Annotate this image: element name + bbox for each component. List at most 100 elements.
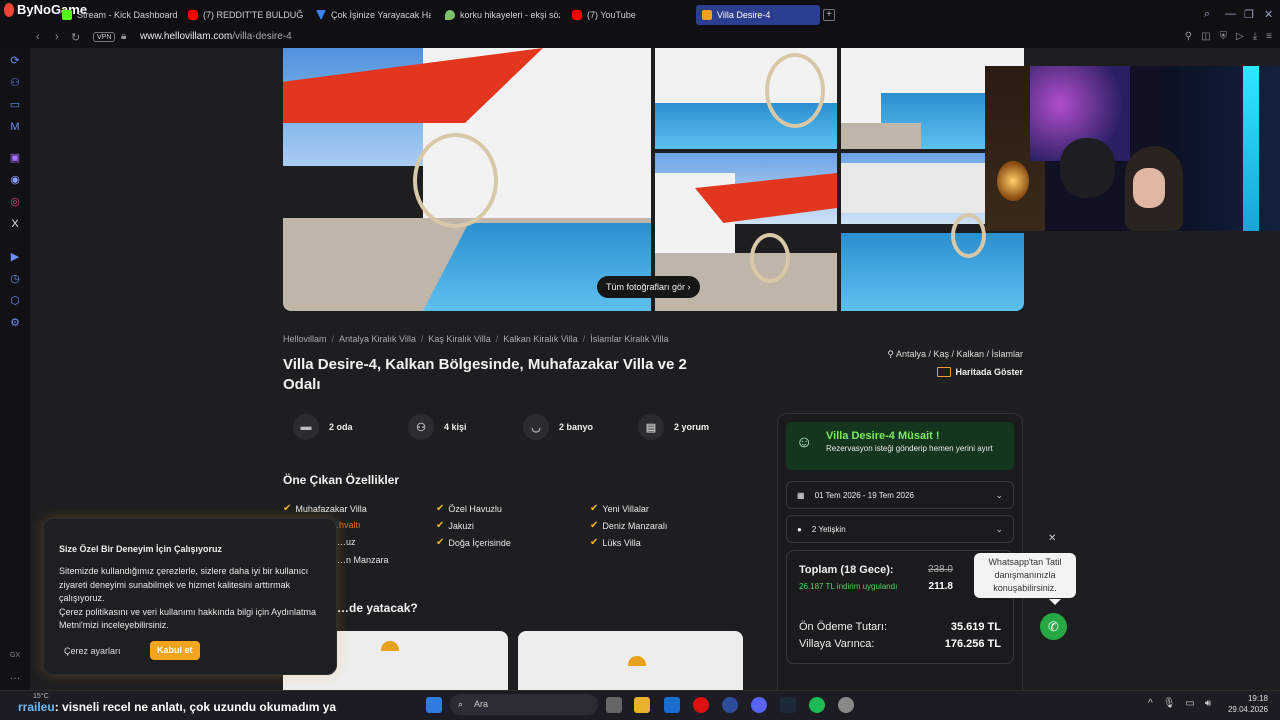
menu-icon[interactable]: ≡ — [1266, 31, 1272, 42]
windows-start-icon[interactable] — [426, 697, 442, 713]
discord-icon[interactable]: ◉ — [9, 174, 21, 186]
lock-icon[interactable]: 🔒︎ — [121, 31, 126, 42]
minimize-icon[interactable]: — — [1225, 8, 1236, 20]
amenity-item: ✔ Muhafazakar Villa — [283, 503, 367, 514]
chevron-down-icon: ⌄ — [995, 523, 1003, 534]
system-tray: ^ 🎙︎ ▭ 🔊︎ — [1148, 698, 1211, 709]
breadcrumb-item[interactable]: Hellovillam — [283, 334, 327, 344]
download-icon[interactable]: ⤓ — [1253, 31, 1257, 42]
feature-rooms: ▬ 2 oda — [293, 414, 353, 440]
spotify-icon[interactable] — [809, 697, 825, 713]
more-icon[interactable]: … — [9, 670, 21, 682]
chevron-up-icon[interactable]: ^ — [1148, 698, 1153, 709]
maximize-icon[interactable]: ❐ — [1244, 8, 1254, 21]
search-icon[interactable]: ⌕ — [1204, 8, 1210, 21]
tab-youtube[interactable]: (7) YouTube — [572, 5, 682, 25]
messenger-icon[interactable]: M — [9, 121, 21, 133]
camera-icon[interactable]: ◫ — [1201, 31, 1210, 42]
vpn-badge[interactable]: VPN — [93, 32, 116, 42]
page-title: Villa Desire-4, Kalkan Bölgesinde, Muhaf… — [283, 356, 687, 393]
date-range-select[interactable]: ▦ 01 Tem 2026 - 19 Tem 2026 ⌄ — [786, 481, 1014, 509]
triangle-icon — [316, 10, 326, 20]
whatsapp-close-icon[interactable]: ✕ — [1048, 533, 1056, 544]
url-field[interactable]: www.hellovillam.com/villa-desire-4 — [140, 31, 292, 42]
breadcrumb-item[interactable]: Kaş Kiralık Villa — [428, 334, 490, 344]
shield-icon[interactable]: ⛨ — [1220, 31, 1228, 42]
cookie-title: Size Özel Bir Deneyim İçin Çalışıyoruz — [59, 544, 223, 554]
volume-icon[interactable]: 🔊︎ — [1205, 698, 1211, 709]
youtube-icon — [572, 10, 582, 20]
reload-icon[interactable]: ↻ — [71, 31, 80, 44]
cookie-accept-button[interactable]: Kabul et — [150, 641, 200, 660]
discord-icon[interactable] — [751, 697, 767, 713]
taskbar-search[interactable]: ⌕ Ara — [450, 694, 598, 715]
settings-icon[interactable]: ⚙ — [9, 317, 21, 329]
instagram-icon[interactable]: ◎ — [9, 196, 21, 208]
cookie-policy-text[interactable]: Çerez politikasını ve veri kullanımı hak… — [59, 606, 329, 633]
browser-sidebar: ⟳ ⚇ ▭ M ▣ ◉ ◎ X ▶ ◷ ⬡ ⚙ GX … — [0, 48, 30, 690]
feature-reviews[interactable]: ▤ 2 yorum — [638, 414, 709, 440]
refresh-sidebar-icon[interactable]: ⟳ — [9, 55, 21, 67]
cube-icon[interactable]: ⬡ — [9, 295, 21, 307]
bedroom-photo-2[interactable] — [518, 631, 743, 690]
outlook-icon[interactable] — [664, 697, 680, 713]
total-label: Toplam (18 Gece): — [799, 564, 894, 576]
back-icon[interactable]: ‹ — [36, 31, 40, 43]
breadcrumb-item[interactable]: İslamlar Kiralık Villa — [590, 334, 668, 344]
obs-icon[interactable] — [838, 697, 854, 713]
amenity-item: ✔ Deniz Manzaralı — [590, 520, 668, 531]
ea-icon[interactable] — [722, 697, 738, 713]
amenity-item: …uz — [337, 537, 356, 547]
breadcrumb-item[interactable]: Kalkan Kiralık Villa — [503, 334, 577, 344]
photo-gallery[interactable] — [283, 48, 1024, 311]
bag-icon[interactable]: ⚇ — [9, 77, 21, 89]
tv-icon[interactable]: ▭ — [9, 99, 21, 111]
amenity-item: ✔ Lüks Villa — [590, 537, 641, 548]
person-icon: ☺ — [796, 434, 813, 451]
tab-eksi[interactable]: korku hikayeleri - ekşi söz — [445, 5, 560, 25]
all-photos-button[interactable]: Tüm fotoğrafları gör › — [597, 276, 700, 298]
availability-title: Villa Desire-4 Müsait ! — [826, 430, 940, 442]
weather-widget[interactable]: 15°C — [33, 693, 49, 700]
breadcrumb-item[interactable]: Antalya Kiralık Villa — [339, 334, 416, 344]
microphone-icon[interactable]: 🎙︎ — [1163, 698, 1176, 709]
new-tab-button[interactable]: + — [823, 9, 835, 21]
taskbar-clock[interactable]: 19:18 29.04.2026 — [1228, 693, 1268, 715]
bed-icon: ▬ — [293, 414, 319, 440]
whatsapp-button[interactable]: ✆ — [1040, 613, 1067, 640]
main-photo[interactable] — [283, 48, 651, 311]
player-icon[interactable]: ▶ — [9, 251, 21, 263]
play-icon[interactable]: ▷ — [1236, 31, 1244, 42]
x-icon[interactable]: X — [9, 218, 21, 230]
opera-gx-icon[interactable] — [693, 697, 709, 713]
cookie-dialog: Size Özel Bir Deneyim İçin Çalışıyoruz S… — [43, 518, 337, 675]
guests-select[interactable]: ● 2 Yetişkin ⌄ — [786, 515, 1014, 543]
arrival-label: Villaya Varınca: — [799, 638, 875, 650]
close-icon[interactable]: ✕ — [1264, 8, 1273, 21]
tab-reddit-video[interactable]: (7) REDDIT'TE BULDUĞUM — [188, 5, 303, 25]
twitch-icon[interactable]: ▣ — [9, 152, 21, 164]
thumb-photo-1[interactable] — [655, 48, 837, 149]
brand-logo-icon — [4, 2, 14, 17]
prepay-value: 35.619 TL — [950, 621, 1001, 633]
network-icon[interactable]: ▭ — [1185, 698, 1194, 709]
history-icon[interactable]: ◷ — [9, 273, 21, 285]
tab-article[interactable]: Çok İşinize Yarayacak Haf — [316, 5, 431, 25]
check-icon: ✔ — [436, 503, 445, 514]
tab-kick[interactable]: Stream - Kick Dashboard — [62, 5, 180, 25]
gx-badge[interactable]: GX — [9, 650, 21, 662]
pin-icon[interactable]: ⚲ — [1185, 31, 1192, 42]
task-view-icon[interactable] — [606, 697, 622, 713]
cookie-settings-button[interactable]: Çerez ayarları — [64, 646, 121, 656]
kick-icon — [62, 10, 72, 20]
steam-icon[interactable] — [780, 697, 796, 713]
forward-icon[interactable]: › — [55, 31, 59, 43]
webcam-overlay — [985, 66, 1280, 231]
show-on-map-link[interactable]: Haritada Göster — [937, 367, 1023, 377]
check-icon: ✔ — [590, 503, 599, 514]
new-price: 211.8 — [928, 581, 953, 592]
bathtub-icon: ◡ — [523, 414, 549, 440]
tab-villa-desire[interactable]: Villa Desire-4 — [696, 5, 820, 25]
arrival-value: 176.256 TL — [944, 638, 1001, 650]
file-explorer-icon[interactable] — [634, 697, 650, 713]
